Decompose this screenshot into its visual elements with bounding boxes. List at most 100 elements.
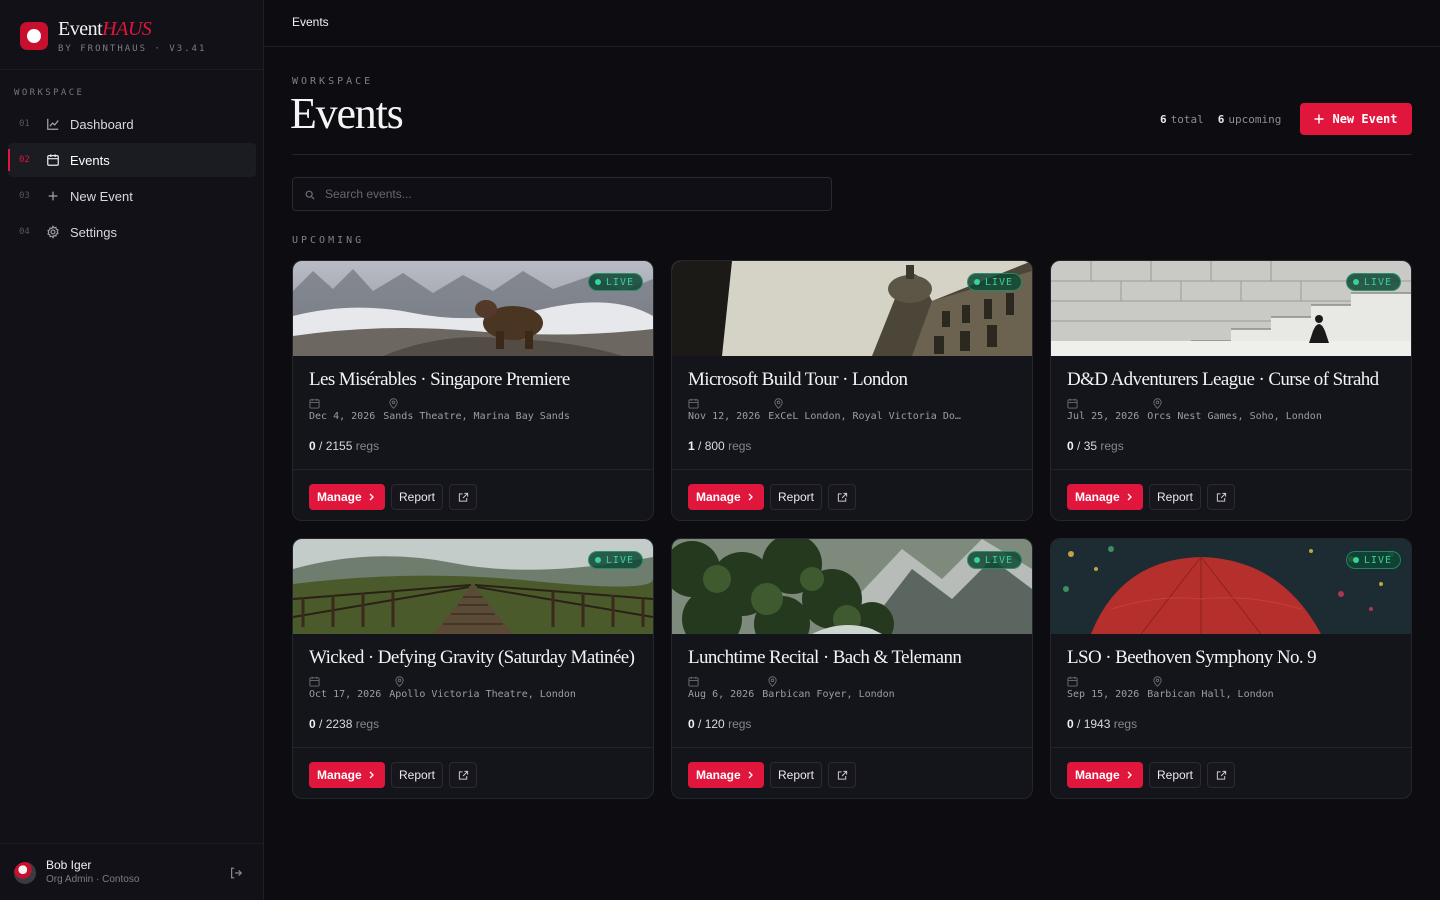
- card-divider: [672, 469, 1032, 470]
- new-event-button[interactable]: New Event: [1300, 103, 1412, 135]
- nav-number: 02: [19, 155, 30, 165]
- event-title[interactable]: Lunchtime Recital · Bach & Telemann: [688, 647, 1018, 669]
- chevron-right-icon: [369, 771, 374, 779]
- event-card[interactable]: LIVE Wicked · Defying Gravity (Saturday …: [292, 538, 654, 799]
- chevron-right-icon: [748, 771, 753, 779]
- event-meta: Aug 6, 2026 Barbican Foyer, London: [688, 689, 1018, 700]
- location-pin-icon: [768, 676, 777, 687]
- live-badge: LIVE: [587, 551, 643, 569]
- event-title[interactable]: Microsoft Build Tour · London: [688, 369, 1018, 391]
- open-external-button[interactable]: [1207, 762, 1235, 788]
- event-card[interactable]: LIVE LSO · Beethoven Symphony No. 9 Sep …: [1050, 538, 1412, 799]
- registration-count: 0 / 2155 regs: [309, 439, 380, 453]
- page-eyebrow: WORKSPACE: [292, 76, 374, 87]
- sidebar: EventHAUS BY FRONTHAUS · V3.41 WORKSPACE…: [0, 0, 264, 900]
- live-badge: LIVE: [587, 273, 643, 291]
- user-role: Org Admin · Contoso: [46, 874, 140, 885]
- event-title[interactable]: D&D Adventurers League · Curse of Strahd: [1067, 369, 1397, 391]
- open-external-button[interactable]: [1207, 484, 1235, 510]
- event-date: Oct 17, 2026: [309, 689, 382, 700]
- chevron-right-icon: [1127, 771, 1132, 779]
- event-venue: Orcs Nest Games, Soho, London: [1147, 411, 1322, 422]
- live-dot-icon: [1352, 279, 1359, 285]
- location-pin-icon: [395, 676, 404, 687]
- breadcrumb[interactable]: Events: [292, 15, 329, 29]
- chart-line-icon: [47, 118, 59, 130]
- event-card[interactable]: LIVE Lunchtime Recital · Bach & Telemann…: [671, 538, 1033, 799]
- plus-icon: [1314, 114, 1324, 124]
- chevron-right-icon: [748, 493, 753, 501]
- live-badge: LIVE: [966, 273, 1022, 291]
- report-button[interactable]: Report: [1149, 484, 1201, 510]
- event-venue: Apollo Victoria Theatre, London: [389, 689, 576, 700]
- location-pin-icon: [389, 398, 398, 409]
- open-external-button[interactable]: [828, 762, 856, 788]
- sidebar-item-new-event[interactable]: 03 New Event: [8, 179, 256, 213]
- live-badge: LIVE: [966, 551, 1022, 569]
- event-card[interactable]: LIVE D&D Adventurers League · Curse of S…: [1050, 260, 1412, 521]
- event-title[interactable]: Les Misérables · Singapore Premiere: [309, 369, 639, 391]
- report-button[interactable]: Report: [391, 484, 443, 510]
- manage-button[interactable]: Manage: [688, 762, 764, 788]
- upcoming-label: upcoming: [1228, 113, 1282, 126]
- external-link-icon: [458, 770, 468, 780]
- manage-button[interactable]: Manage: [1067, 484, 1143, 510]
- event-card[interactable]: LIVE Microsoft Build Tour · London Nov 1…: [671, 260, 1033, 521]
- open-external-button[interactable]: [449, 484, 477, 510]
- calendar-icon: [309, 398, 320, 409]
- group-label-upcoming: UPCOMING: [292, 235, 365, 246]
- logout-icon[interactable]: [229, 866, 243, 880]
- external-link-icon: [458, 492, 468, 502]
- sidebar-item-label: Events: [70, 152, 110, 168]
- manage-button[interactable]: Manage: [309, 762, 385, 788]
- user-profile[interactable]: Bob Iger Org Admin · Contoso: [0, 843, 263, 900]
- user-name: Bob Iger: [46, 858, 92, 872]
- external-link-icon: [837, 770, 847, 780]
- manage-button[interactable]: Manage: [1067, 762, 1143, 788]
- sidebar-item-settings[interactable]: 04 Settings: [8, 215, 256, 249]
- report-button[interactable]: Report: [1149, 762, 1201, 788]
- external-link-icon: [1216, 492, 1226, 502]
- event-meta: Sep 15, 2026 Barbican Hall, London: [1067, 689, 1397, 700]
- calendar-icon: [309, 676, 320, 687]
- registration-count: 0 / 1943 regs: [1067, 717, 1138, 731]
- topbar: Events: [264, 0, 1440, 47]
- search-input[interactable]: [325, 178, 825, 210]
- event-date: Nov 12, 2026: [688, 411, 761, 422]
- external-link-icon: [837, 492, 847, 502]
- report-button[interactable]: Report: [770, 762, 822, 788]
- report-button[interactable]: Report: [391, 762, 443, 788]
- registration-count: 0 / 120 regs: [688, 717, 752, 731]
- location-pin-icon: [1153, 676, 1162, 687]
- event-title[interactable]: LSO · Beethoven Symphony No. 9: [1067, 647, 1397, 669]
- total-label: total: [1170, 113, 1204, 126]
- manage-button[interactable]: Manage: [309, 484, 385, 510]
- card-divider: [672, 747, 1032, 748]
- calendar-icon: [47, 154, 59, 166]
- live-dot-icon: [594, 279, 601, 285]
- registration-count: 0 / 35 regs: [1067, 439, 1124, 453]
- brand[interactable]: EventHAUS BY FRONTHAUS · V3.41: [0, 0, 263, 70]
- open-external-button[interactable]: [449, 762, 477, 788]
- manage-button[interactable]: Manage: [688, 484, 764, 510]
- search-box[interactable]: [292, 177, 832, 211]
- sidebar-item-label: Dashboard: [70, 116, 134, 132]
- chevron-right-icon: [1127, 493, 1132, 501]
- calendar-icon: [688, 398, 699, 409]
- event-venue: Barbican Hall, London: [1147, 689, 1274, 700]
- new-event-label: New Event: [1332, 112, 1398, 126]
- live-dot-icon: [973, 279, 980, 285]
- open-external-button[interactable]: [828, 484, 856, 510]
- sidebar-item-dashboard[interactable]: 01 Dashboard: [8, 107, 256, 141]
- nav-number: 04: [19, 227, 30, 237]
- event-meta: Jul 25, 2026 Orcs Nest Games, Soho, Londo…: [1067, 411, 1397, 422]
- card-divider: [1051, 469, 1411, 470]
- report-button[interactable]: Report: [770, 484, 822, 510]
- sidebar-item-events[interactable]: 02 Events: [8, 143, 256, 177]
- search-icon: [305, 190, 315, 200]
- event-date: Dec 4, 2026: [309, 411, 376, 422]
- event-title[interactable]: Wicked · Defying Gravity (Saturday Matin…: [309, 647, 639, 669]
- event-card[interactable]: LIVE Les Misérables · Singapore Premiere…: [292, 260, 654, 521]
- nav-number: 01: [19, 119, 30, 129]
- registration-count: 1 / 800 regs: [688, 439, 752, 453]
